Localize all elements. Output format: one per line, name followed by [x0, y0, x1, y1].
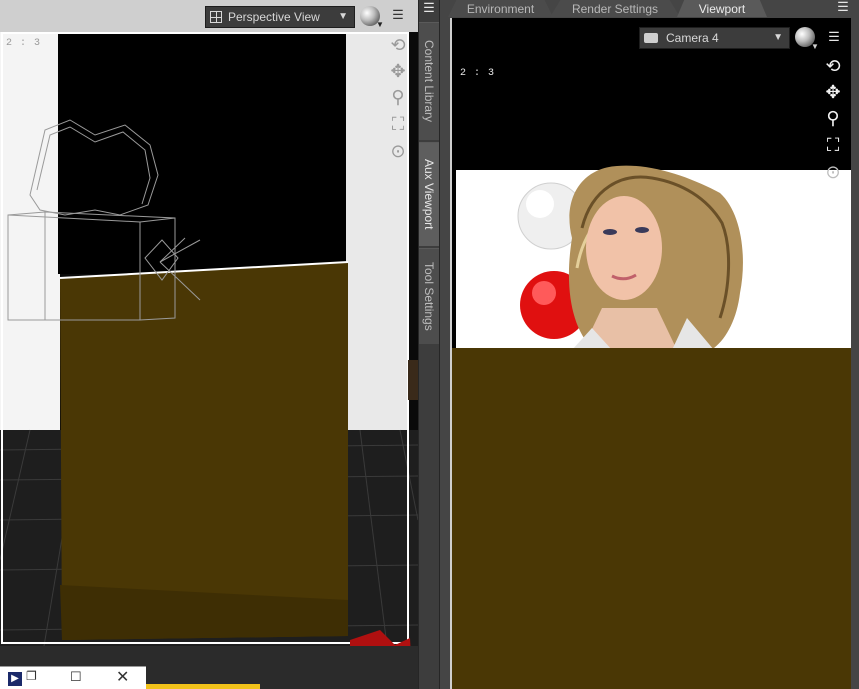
zoom-icon[interactable]: ⚲ [822, 107, 844, 129]
aux-viewport[interactable]: Perspective View ▼ ▼ ☰ 2 : 3 ⟲ ✥ ⚲ ⛶ ⊙ ▶… [0, 0, 418, 689]
viewport-menu-icon[interactable]: ☰ [826, 30, 842, 44]
camera-selector-label: Camera 4 [666, 31, 719, 45]
frame-icon[interactable]: ⛶ [387, 113, 409, 135]
camera-icon [644, 33, 658, 43]
viewport-menu-icon[interactable]: ☰ [390, 8, 406, 22]
draw-style-caret-icon: ▼ [811, 42, 819, 51]
figure-face [586, 196, 662, 300]
perspective-view-icon [210, 11, 222, 23]
tab-content-library[interactable]: Content Library [419, 22, 439, 140]
main-viewport-scene[interactable] [452, 18, 851, 689]
app-icon: ▶ [8, 672, 22, 686]
backdrop-wall-left [0, 32, 60, 432]
tab-tool-settings[interactable]: Tool Settings [419, 248, 439, 344]
side-strip-menu-icon[interactable]: ☰ [421, 1, 437, 15]
reset-icon[interactable]: ⊙ [387, 140, 409, 162]
tab-environment[interactable]: Environment [448, 0, 553, 17]
view-selector-label: Perspective View [228, 10, 320, 24]
aux-viewport-scene[interactable] [0, 0, 418, 689]
aspect-ratio-label: 2 : 3 [6, 38, 42, 49]
camera-selector-dropdown[interactable]: Camera 4 ▼ [639, 27, 790, 49]
ground-plane [452, 348, 851, 689]
restore-icon[interactable]: ❐ [26, 669, 37, 683]
view-selector-dropdown[interactable]: Perspective View ▼ [205, 6, 355, 28]
close-icon[interactable]: ✕ [116, 667, 129, 687]
chevron-down-icon: ▼ [338, 11, 348, 22]
window-controls-bar: ▶ ❐ ☐ ✕ [0, 666, 146, 689]
frame-icon[interactable]: ⛶ [822, 134, 844, 156]
orbit-icon[interactable]: ⟲ [387, 34, 409, 56]
taskbar-strip [146, 684, 260, 689]
tab-viewport[interactable]: Viewport [677, 0, 767, 17]
maximize-icon[interactable]: ☐ [70, 669, 82, 685]
pane-menu-icon[interactable]: ☰ [835, 0, 851, 14]
pan-icon[interactable]: ✥ [387, 60, 409, 82]
ground-plane [60, 262, 348, 640]
pan-icon[interactable]: ✥ [822, 81, 844, 103]
reset-icon[interactable]: ⊙ [822, 161, 844, 183]
aspect-ratio-label: 2 : 3 [460, 68, 496, 79]
main-viewport[interactable] [450, 18, 851, 689]
tab-aux-viewport[interactable]: Aux Viewport [419, 142, 439, 246]
zoom-icon[interactable]: ⚲ [387, 86, 409, 108]
orbit-icon[interactable]: ⟲ [822, 55, 844, 77]
tab-render-settings[interactable]: Render Settings [550, 0, 680, 17]
chevron-down-icon: ▼ [773, 32, 783, 43]
draw-style-caret-icon: ▼ [376, 20, 384, 29]
